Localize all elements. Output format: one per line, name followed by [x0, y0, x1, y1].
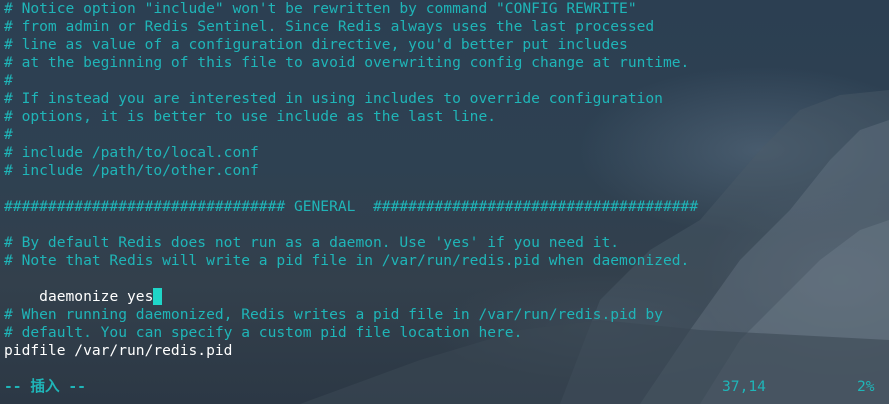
comment-line[interactable]: # Note that Redis will write a pid file …	[4, 252, 689, 270]
comment-text: # When running daemonized, Redis writes …	[4, 306, 663, 323]
comment-line[interactable]: # include /path/to/other.conf	[4, 162, 259, 180]
comment-text: # Notice option "include" won't be rewri…	[4, 0, 637, 17]
comment-line[interactable]: # If instead you are interested in using…	[4, 90, 663, 108]
comment-line[interactable]: ################################ GENERAL…	[4, 198, 698, 216]
comment-line[interactable]: # include /path/to/local.conf	[4, 144, 259, 162]
comment-text: # default. You can specify a custom pid …	[4, 324, 523, 341]
comment-line[interactable]: #	[4, 72, 13, 90]
mode-indicator: -- 插入 --	[4, 378, 86, 395]
comment-text: # include /path/to/other.conf	[4, 162, 259, 179]
comment-line[interactable]: # options, it is better to use include a…	[4, 108, 496, 126]
comment-text: # Note that Redis will write a pid file …	[4, 252, 690, 269]
code-line[interactable]: pidfile /var/run/redis.pid	[4, 342, 232, 360]
cursor-line[interactable]: daemonize yes	[4, 270, 163, 305]
comment-text: # By default Redis does not run as a dae…	[4, 234, 620, 251]
comment-text: # include /path/to/local.conf	[4, 144, 259, 161]
comment-line[interactable]: # at the beginning of this file to avoid…	[4, 54, 689, 72]
comment-line[interactable]: # Notice option "include" won't be rewri…	[4, 0, 637, 18]
comment-text: ################################ GENERAL…	[4, 198, 699, 215]
comment-line[interactable]: # line as value of a configuration direc…	[4, 36, 628, 54]
comment-text: # from admin or Redis Sentinel. Since Re…	[4, 18, 655, 35]
comment-text: # at the beginning of this file to avoid…	[4, 54, 690, 71]
comment-text: # If instead you are interested in using…	[4, 90, 663, 107]
code-text: daemonize yes	[39, 288, 154, 305]
scroll-percent: 2%	[857, 378, 875, 395]
comment-line[interactable]: # default. You can specify a custom pid …	[4, 324, 522, 342]
comment-text: #	[4, 126, 13, 143]
code-text: pidfile /var/run/redis.pid	[4, 342, 233, 359]
comment-line[interactable]: # By default Redis does not run as a dae…	[4, 234, 619, 252]
comment-text: #	[4, 72, 13, 89]
comment-text: # options, it is better to use include a…	[4, 108, 497, 125]
cursor-position: 37,14	[722, 378, 766, 395]
text-cursor	[153, 288, 163, 305]
comment-line[interactable]: # from admin or Redis Sentinel. Since Re…	[4, 18, 654, 36]
vim-editor[interactable]: # Notice option "include" won't be rewri…	[0, 0, 889, 404]
status-bar: -- 插入 -- 37,14 2%	[0, 378, 889, 396]
comment-line[interactable]: # When running daemonized, Redis writes …	[4, 306, 663, 324]
comment-text: # line as value of a configuration direc…	[4, 36, 628, 53]
comment-line[interactable]: #	[4, 126, 13, 144]
